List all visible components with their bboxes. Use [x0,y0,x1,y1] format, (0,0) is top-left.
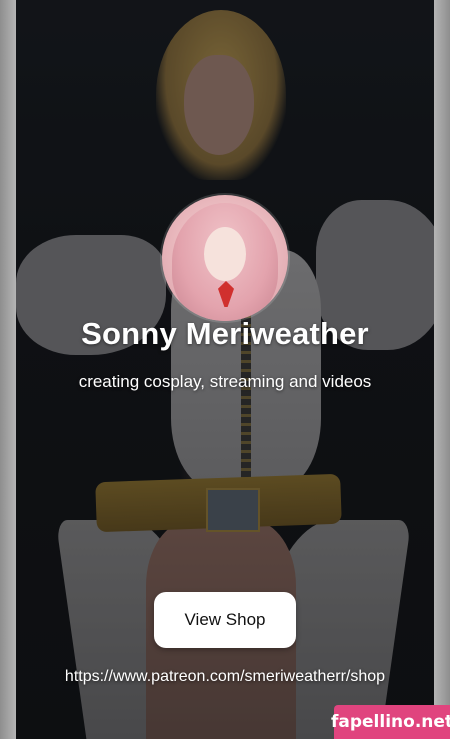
left-border [0,0,16,739]
profile-page: Sonny Meriweather creating cosplay, stre… [0,0,450,739]
right-border [434,0,450,739]
profile-name: Sonny Meriweather [81,316,369,351]
view-shop-button[interactable]: View Shop [154,592,296,648]
avatar-face [204,227,246,281]
avatar [162,195,288,321]
profile-tagline: creating cosplay, streaming and videos [78,372,372,391]
watermark: fapellino.net [331,705,450,739]
shop-url-link[interactable]: https://www.patreon.com/smeriweatherr/sh… [0,668,450,686]
